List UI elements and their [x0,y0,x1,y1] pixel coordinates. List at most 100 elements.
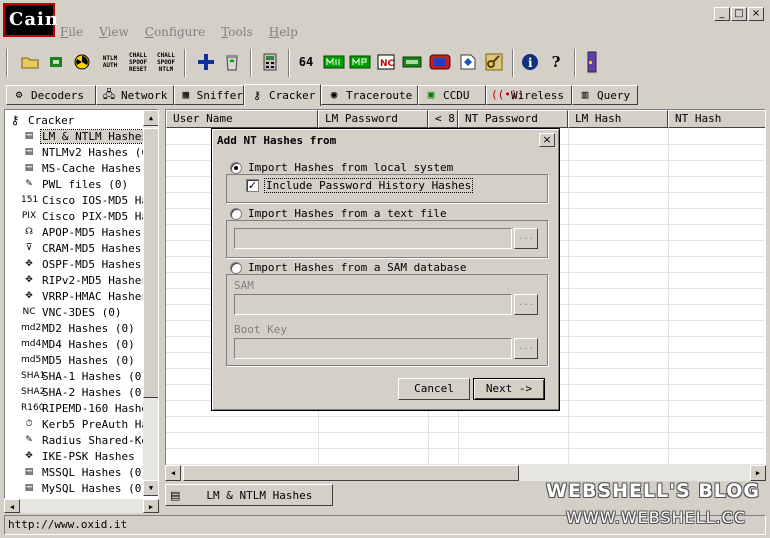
menu-bar: File View Configure Tools Help [60,25,298,43]
wireless-tool-icon[interactable] [400,48,424,76]
tree-root-cracker[interactable]: ⚷ Cracker [7,112,75,128]
scroll-down-button[interactable]: ▼ [143,480,158,496]
minimize-button[interactable]: _ [714,7,730,21]
menu-file[interactable]: File [60,25,83,43]
tree-item[interactable]: 151 Cisco IOS-MD5 Ha [21,192,149,208]
radio-local-system-button[interactable] [230,161,242,174]
column-lt-8[interactable]: < 8 [428,110,458,128]
tree-item[interactable]: md2 MD2 Hashes (0) [21,320,136,336]
tree-item[interactable]: ✥ VRRP-HMAC Hashes [21,288,149,304]
tree-item[interactable]: R160 RIPEMD-160 Hashe [21,400,149,416]
radio-text-file[interactable]: Import Hashes from a text file [230,207,451,220]
tree-item[interactable]: ⊽ CRAM-MD5 Hashes [21,240,142,256]
certificate-icon[interactable] [456,48,480,76]
radio-text-file-button[interactable] [230,207,242,220]
tab-label: Cracker [269,89,316,102]
sam-path-field[interactable] [234,294,512,315]
tree-item[interactable]: ▤ MSSQL Hashes (0) [21,464,149,480]
tree-item[interactable]: md5 MD5 Hashes (0) [21,352,136,368]
scroll-thumb[interactable] [143,128,158,398]
boot-key-browse-button[interactable]: ... [514,338,538,359]
tab-query[interactable]: ▥ Query [572,85,638,105]
vnc-icon[interactable]: NC [374,48,398,76]
tree-item[interactable]: ▤ LM & NTLM Hashes [21,128,150,144]
menu-tools[interactable]: Tools [221,25,253,43]
scroll-right-button[interactable]: ▶ [750,465,766,481]
tree-item[interactable]: ☊ APOP-MD5 Hashes [21,224,142,240]
tree-hscrollbar[interactable]: ◀ ▶ [4,499,159,513]
add-icon[interactable] [194,48,218,76]
tab-sniffer[interactable]: ▦ Sniffer [174,85,244,105]
scroll-up-button[interactable]: ▲ [143,110,158,126]
grid-hscrollbar[interactable]: ◀ ▶ [165,465,766,481]
column-lm-password[interactable]: LM Password [318,110,428,128]
include-history-checkbox-row[interactable]: ✓ Include Password History Hashes [246,178,477,193]
dialog-close-button[interactable]: × [539,133,555,147]
menu-configure[interactable]: Configure [145,25,205,43]
open-folder-icon[interactable] [18,48,42,76]
cancel-button[interactable]: Cancel [398,378,470,400]
close-button[interactable]: × [748,7,764,21]
tree-item[interactable]: SHA2 SHA-2 Hashes (0) [21,384,149,400]
menu-view[interactable]: View [99,25,129,43]
recycle-bin-icon[interactable] [220,48,244,76]
tab-ccdu[interactable]: ▣ CCDU [418,85,486,105]
tree-scrollbar[interactable]: ▲ ▼ [143,110,158,496]
tree-item[interactable]: md4 MD4 Hashes (0) [21,336,136,352]
scroll-thumb[interactable] [183,465,519,481]
text-file-browse-button[interactable]: ... [514,228,538,249]
chall-spoof-reset-button[interactable]: CHALL SPOOF RESET [126,48,150,76]
ntlm-auth-button[interactable]: NTLM AUTH [98,48,122,76]
sam-browse-button[interactable]: ... [514,294,538,315]
tree-item[interactable]: ⏱ Kerb5 PreAuth Ha [21,416,149,432]
next-button[interactable]: Next -> [473,378,545,400]
tab-decoders[interactable]: ⚙ Decoders [6,85,96,105]
hash-calc-icon[interactable] [322,48,346,76]
scroll-left-button[interactable]: ◀ [165,465,181,481]
tree-item[interactable]: ▤ NTLMv2 Hashes (C [21,144,149,160]
include-history-checkbox[interactable]: ✓ [246,179,259,192]
tree-item[interactable]: PIX Cisco PIX-MD5 Ha [21,208,149,224]
tree-item[interactable]: SHA1 SHA-1 Hashes (0) [21,368,149,384]
column-lm-hash[interactable]: LM Hash [568,110,668,128]
help-icon[interactable]: ? [544,48,568,76]
tree-item[interactable]: ✥ RIPv2-MD5 Hashes [21,272,149,288]
mpd-icon[interactable] [348,48,372,76]
tree-item[interactable]: ✥ OSPF-MD5 Hashes [21,256,142,272]
tree-item[interactable]: ✥ IKE-PSK Hashes ( [21,448,149,464]
exit-icon[interactable] [580,48,604,76]
radio-local-system[interactable]: Import Hashes from local system [230,161,458,174]
hash-type-icon: md4 [21,339,42,349]
chall-spoof-ntlm-button[interactable]: CHALL SPOOF NTLM [154,48,178,76]
column-nt-hash[interactable]: NT Hash [668,110,765,128]
radio-sam-database[interactable]: Import Hashes from a SAM database [230,261,471,274]
text-file-path-field[interactable] [234,228,512,249]
calculator-icon[interactable] [258,48,282,76]
menu-help[interactable]: Help [269,25,298,43]
sam-label: SAM [234,279,254,292]
column-user-name[interactable]: User Name [166,110,318,128]
tree-item[interactable]: ▤ MS-Cache Hashes [21,160,142,176]
scroll-right-button[interactable]: ▶ [143,499,159,513]
tree-item[interactable]: ✎ Radius Shared-Ke [21,432,149,448]
tree-item[interactable]: NC VNC-3DES (0) [21,304,122,320]
tree-item[interactable]: ▤ MySQL Hashes (0) [21,480,149,496]
maximize-button[interactable]: □ [731,7,747,21]
tab-traceroute[interactable]: ◉ Traceroute [321,85,418,105]
start-arp-icon[interactable] [70,48,94,76]
wireless-icon: ((•)) [491,88,525,101]
bottom-tab-lm-ntlm[interactable]: ▤ LM & NTLM Hashes [165,484,333,506]
tab-wireless[interactable]: ((•)) Wireless [486,85,572,105]
ccdu-tool-icon[interactable] [428,48,452,76]
tab-cracker[interactable]: ⚷ Cracker [244,84,321,106]
column-nt-password[interactable]: NT Password [458,110,568,128]
start-sniffer-icon[interactable] [44,48,68,76]
tab-network[interactable]: 🖧 Network [96,85,174,105]
boot-key-field[interactable] [234,338,512,359]
radio-sam-database-button[interactable] [230,261,242,274]
base64-icon[interactable]: 64 [294,48,318,76]
scroll-left-button[interactable]: ◀ [4,499,20,513]
key-tool-icon[interactable] [482,48,506,76]
info-icon[interactable]: i [518,48,542,76]
tree-item[interactable]: ✎ PWL files (0) [21,176,129,192]
